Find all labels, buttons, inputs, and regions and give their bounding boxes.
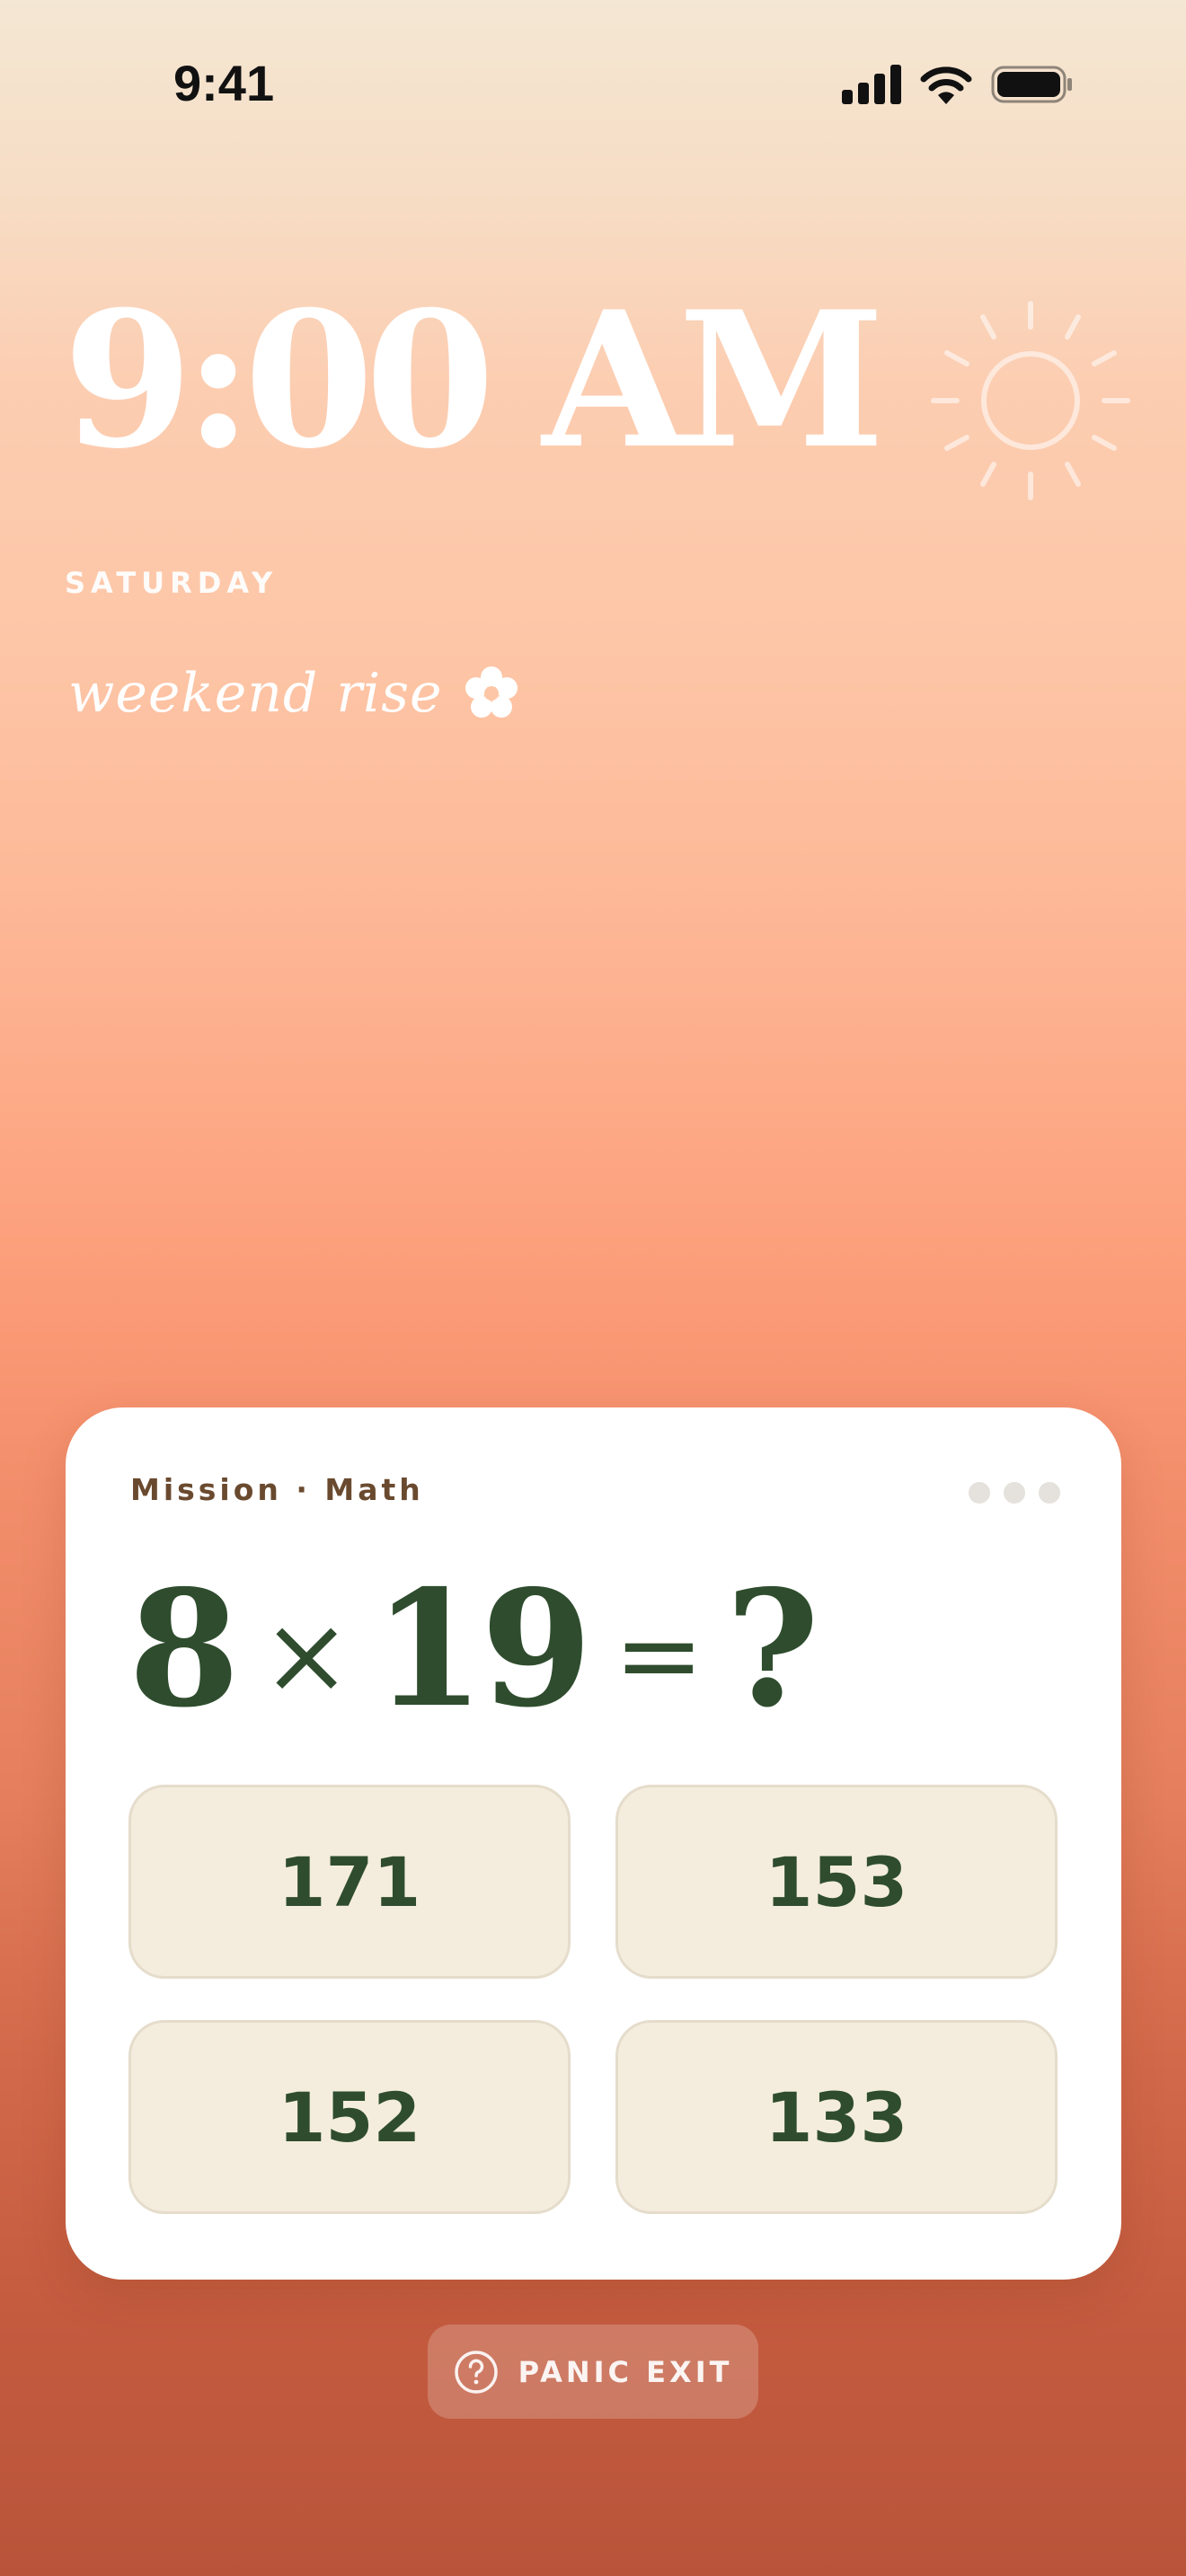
day-label: SATURDAY bbox=[65, 566, 279, 600]
panic-exit-button[interactable]: PANIC EXIT bbox=[428, 2325, 758, 2419]
dot bbox=[1004, 1482, 1025, 1504]
mission-card: Mission · Math 8 × 19 =? 171 153 152 133 bbox=[66, 1407, 1121, 2280]
dot bbox=[1039, 1482, 1060, 1504]
status-icons bbox=[824, 65, 1074, 104]
battery-icon bbox=[991, 66, 1072, 103]
tagline: weekend rise bbox=[68, 662, 520, 725]
mission-label: Mission · Math bbox=[130, 1472, 424, 1507]
question-circle-icon bbox=[454, 2350, 498, 2394]
cellular-signal-icon bbox=[842, 65, 901, 104]
math-question: 8 × 19 =? bbox=[128, 1569, 819, 1729]
operator-equals: = bbox=[614, 1593, 704, 1718]
flower-icon bbox=[465, 666, 518, 718]
unknown-mark: ? bbox=[725, 1555, 819, 1742]
status-bar: 9:41 bbox=[0, 0, 1186, 171]
tagline-text: weekend rise bbox=[68, 662, 443, 725]
status-time: 9:41 bbox=[173, 55, 275, 111]
sun-icon bbox=[931, 301, 1130, 500]
wifi-icon bbox=[920, 66, 972, 104]
alarm-time: 9:00 AM bbox=[63, 271, 885, 490]
answer-grid: 171 153 152 133 bbox=[128, 1785, 1058, 2214]
answer-button-4[interactable]: 133 bbox=[615, 2020, 1058, 2214]
answer-button-2[interactable]: 153 bbox=[615, 1785, 1058, 1979]
more-dots-icon[interactable] bbox=[955, 1482, 1060, 1504]
answer-button-1[interactable]: 171 bbox=[128, 1785, 571, 1979]
operand-right: 19 bbox=[373, 1555, 592, 1742]
answer-button-3[interactable]: 152 bbox=[128, 2020, 571, 2214]
dot bbox=[969, 1482, 990, 1504]
operator-multiply: × bbox=[261, 1593, 352, 1718]
panic-exit-label: PANIC EXIT bbox=[518, 2354, 733, 2389]
operand-left: 8 bbox=[128, 1555, 240, 1742]
